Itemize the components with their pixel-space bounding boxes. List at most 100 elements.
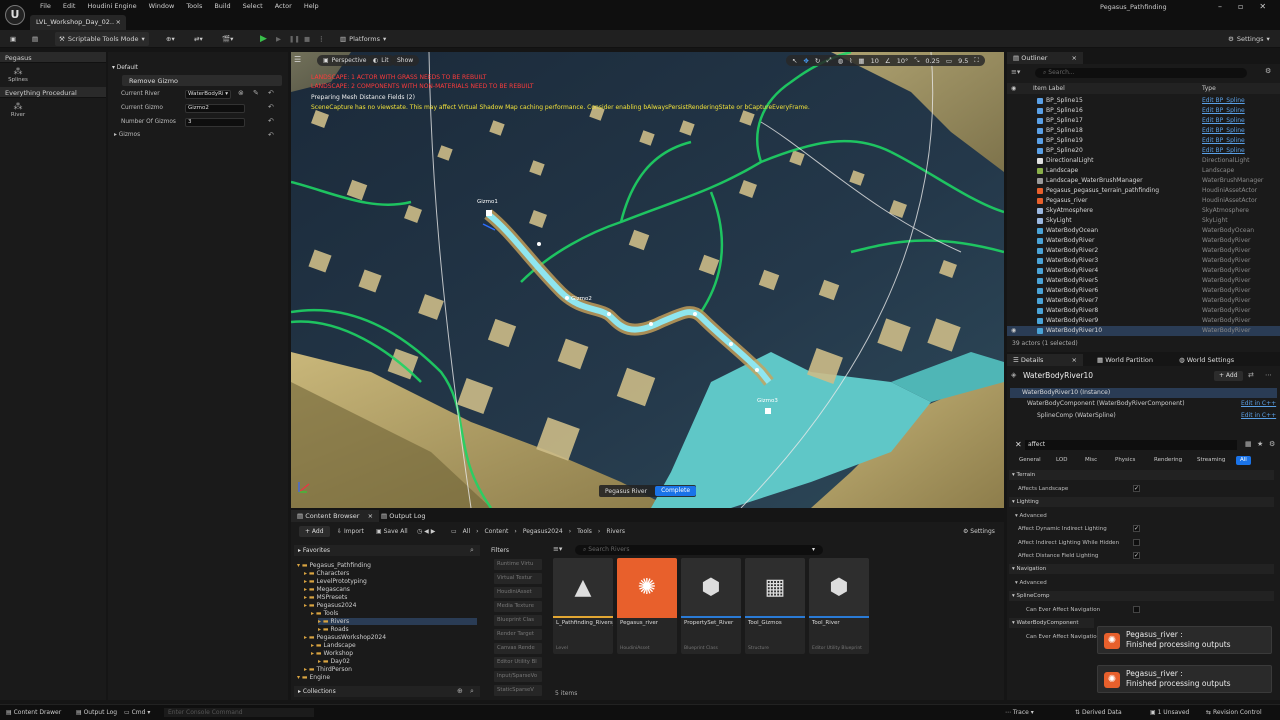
category-all[interactable]: All xyxy=(1236,456,1251,465)
menu-file[interactable]: File xyxy=(34,0,57,12)
outliner-row[interactable]: SkyLight SkyLight xyxy=(1007,216,1280,226)
filter-item[interactable]: HoudiniAsset xyxy=(494,587,542,598)
output-log-button[interactable]: ▤ Output Log xyxy=(76,709,117,716)
current-gizmo-field[interactable]: Gizmo2 xyxy=(185,104,245,113)
crumb-all[interactable]: All xyxy=(463,528,470,535)
folder-tree-item[interactable]: ▸ ▬ Workshop xyxy=(311,650,353,657)
filter-icon[interactable]: ≡▾ xyxy=(1011,68,1020,76)
outliner-row[interactable]: WaterBodyRiver7 WaterBodyRiver xyxy=(1007,296,1280,306)
more-options-icon[interactable]: ⋯ xyxy=(1265,371,1272,379)
actor-name[interactable]: WaterBodyRiver10 xyxy=(1023,371,1093,380)
maximize-icon[interactable]: ▫ xyxy=(1238,2,1243,11)
asset-tile[interactable]: ⬢ Tool_River Editor Utility Blueprint xyxy=(809,558,869,654)
num-gizmos-field[interactable]: 3 xyxy=(185,118,245,127)
outliner-row[interactable]: BP_Spline17 Edit BP_Spline xyxy=(1007,116,1280,126)
asset-tile[interactable]: ⬢ PropertySet_River Blueprint Class xyxy=(681,558,741,654)
content-drawer-button[interactable]: ▤ Content Drawer xyxy=(6,709,61,716)
tool-splines[interactable]: ⁂ Splines xyxy=(0,63,36,87)
outliner-row[interactable]: WaterBodyRiver5 WaterBodyRiver xyxy=(1007,276,1280,286)
component-waterbody[interactable]: WaterBodyComponent (WaterBodyRiverCompon… xyxy=(1027,400,1185,407)
crumb-pegasus2024[interactable]: Pegasus2024 xyxy=(523,528,563,535)
add-collection-icon[interactable]: ⊕ xyxy=(457,687,463,695)
component-splinecomp[interactable]: SplineComp (WaterSpline) xyxy=(1037,412,1116,419)
stop-icon[interactable]: ■ xyxy=(300,32,314,46)
save-all-button[interactable]: ▣ Save All xyxy=(376,528,408,535)
edit-cpp-link[interactable]: Edit in C++ xyxy=(1241,400,1276,407)
level-viewport[interactable]: ☰ ▣ Perspective ◐ Lit Show ↖ ✥ ↻ ⤢ ◍ ⌇ ▦… xyxy=(291,52,1004,508)
section-splinecomp[interactable]: ▾ SplineComp xyxy=(1012,593,1049,599)
settings-icon[interactable]: ⚙ xyxy=(1269,440,1275,448)
scale-snap-value[interactable]: 0.25 xyxy=(925,57,939,65)
outliner-row[interactable]: WaterBodyRiver3 WaterBodyRiver xyxy=(1007,256,1280,266)
folder-tree-item[interactable]: ▸ ▬ Day02 xyxy=(318,658,350,665)
filter-item[interactable]: StaticSparseV xyxy=(494,685,542,696)
unreal-logo-icon[interactable]: U xyxy=(5,5,25,25)
import-button[interactable]: ⇩ Import xyxy=(337,528,364,535)
filter-item[interactable]: Virtual Textur xyxy=(494,573,542,584)
category-rendering[interactable]: Rendering xyxy=(1150,456,1186,465)
folder-tree-item[interactable]: ▸ ▬ Characters xyxy=(304,570,349,577)
world-partition-tab[interactable]: ▦ World Partition xyxy=(1091,354,1159,366)
derived-data-button[interactable]: ⇅ Derived Data xyxy=(1075,709,1122,716)
eyedropper-icon[interactable]: ✎ xyxy=(253,89,259,97)
folder-tree-item[interactable]: ▾ ▬ Pegasus_Pathfinding xyxy=(297,562,371,569)
select-icon[interactable]: ↖ xyxy=(792,57,797,65)
outliner-row[interactable]: Pegasus_river HoudiniAssetActor xyxy=(1007,196,1280,206)
world-settings-tab[interactable]: ◍ World Settings xyxy=(1173,354,1240,366)
palette-group-pegasus[interactable]: Pegasus xyxy=(0,52,106,63)
col-type[interactable]: Type xyxy=(1202,85,1216,92)
cb-settings-button[interactable]: ⚙ Settings xyxy=(963,528,995,535)
section-advanced-nav[interactable]: ▾ Advanced xyxy=(1015,580,1047,586)
folder-tree-item[interactable]: ▾ ▬ Engine xyxy=(297,674,330,681)
maximize-viewport-icon[interactable]: ⛶ xyxy=(974,56,979,65)
filter-item[interactable]: Media Texture xyxy=(494,601,542,612)
reset-icon[interactable]: ↶ xyxy=(268,103,274,111)
outliner-tab[interactable]: ▤ Outliner × xyxy=(1007,52,1083,64)
search-icon[interactable]: ⌕ xyxy=(470,687,474,696)
outliner-row[interactable]: WaterBodyRiver8 WaterBodyRiver xyxy=(1007,306,1280,316)
search-icon[interactable]: ⌕ xyxy=(470,546,474,555)
checkbox-distance-field[interactable]: ✓ xyxy=(1133,552,1140,559)
menu-actor[interactable]: Actor xyxy=(269,0,298,12)
scale-icon[interactable]: ⤢ xyxy=(826,56,831,65)
gizmo2-label[interactable]: Gizmo2 xyxy=(571,296,592,302)
save-icon[interactable]: ▣ xyxy=(6,32,20,46)
outliner-row[interactable]: WaterBodyRiver9 WaterBodyRiver xyxy=(1007,316,1280,326)
checkbox-can-affect-nav[interactable] xyxy=(1133,606,1140,613)
outliner-row[interactable]: WaterBodyRiver6 WaterBodyRiver xyxy=(1007,286,1280,296)
folder-tree-item[interactable]: ▸ ▬ Megascans xyxy=(304,586,350,593)
folder-tree-item[interactable]: ▸ ▬ Rivers xyxy=(318,618,477,625)
outliner-row[interactable]: WaterBodyOcean WaterBodyOcean xyxy=(1007,226,1280,236)
palette-group-everything-procedural[interactable]: Everything Procedural xyxy=(0,87,106,98)
blueprint-icon[interactable]: ⇄▾ xyxy=(190,32,207,46)
close-tab-icon[interactable]: × xyxy=(116,18,121,26)
folder-tree-item[interactable]: ▸ ▬ PegasusWorkshop2024 xyxy=(304,634,386,641)
section-lighting[interactable]: ▾ Lighting xyxy=(1012,499,1039,505)
details-tab[interactable]: ☰ Details × xyxy=(1007,354,1083,366)
reset-icon[interactable]: ↶ xyxy=(268,131,274,139)
play-next-icon[interactable]: ▶ xyxy=(272,32,285,46)
filter-item[interactable]: Editor Utility Bl xyxy=(494,657,542,668)
outliner-row[interactable]: WaterBodyRiver WaterBodyRiver xyxy=(1007,236,1280,246)
trace-button[interactable]: ⋯ Trace ▾ xyxy=(1005,709,1034,716)
rotate-icon[interactable]: ↻ xyxy=(815,57,820,65)
outliner-row[interactable]: BP_Spline15 Edit BP_Spline xyxy=(1007,96,1280,106)
checkbox-affects-landscape[interactable]: ✓ xyxy=(1133,485,1140,492)
platforms-button[interactable]: ▥ Platforms ▾ xyxy=(336,32,390,46)
checkbox-indirect-hidden[interactable] xyxy=(1133,539,1140,546)
edit-cpp-link[interactable]: Edit in C++ xyxy=(1241,412,1276,419)
menu-tools[interactable]: Tools xyxy=(180,0,208,12)
close-window-icon[interactable]: ✕ xyxy=(1259,2,1266,11)
edit-blueprint-link[interactable]: Edit BP_Spline xyxy=(1202,147,1245,154)
viewport-scene[interactable] xyxy=(291,52,1004,508)
revision-control-button[interactable]: ⇆ Revision Control xyxy=(1206,709,1262,716)
filter-item[interactable]: Runtime Virtu xyxy=(494,559,542,570)
asset-search-input[interactable]: ⌕ Search Rivers ▾ xyxy=(575,545,823,555)
outliner-row[interactable]: BP_Spline19 Edit BP_Spline xyxy=(1007,136,1280,146)
translate-icon[interactable]: ✥ xyxy=(803,57,808,65)
col-item-label[interactable]: Item Label xyxy=(1033,85,1065,92)
section-default[interactable]: ▾ Default xyxy=(112,62,286,74)
visibility-eye-icon[interactable]: ◉ xyxy=(1011,327,1016,334)
filter-dropdown-icon[interactable]: ≡▾ xyxy=(553,545,562,553)
folder-tree-item[interactable]: ▸ ▬ Pegasus2024 xyxy=(304,602,356,609)
